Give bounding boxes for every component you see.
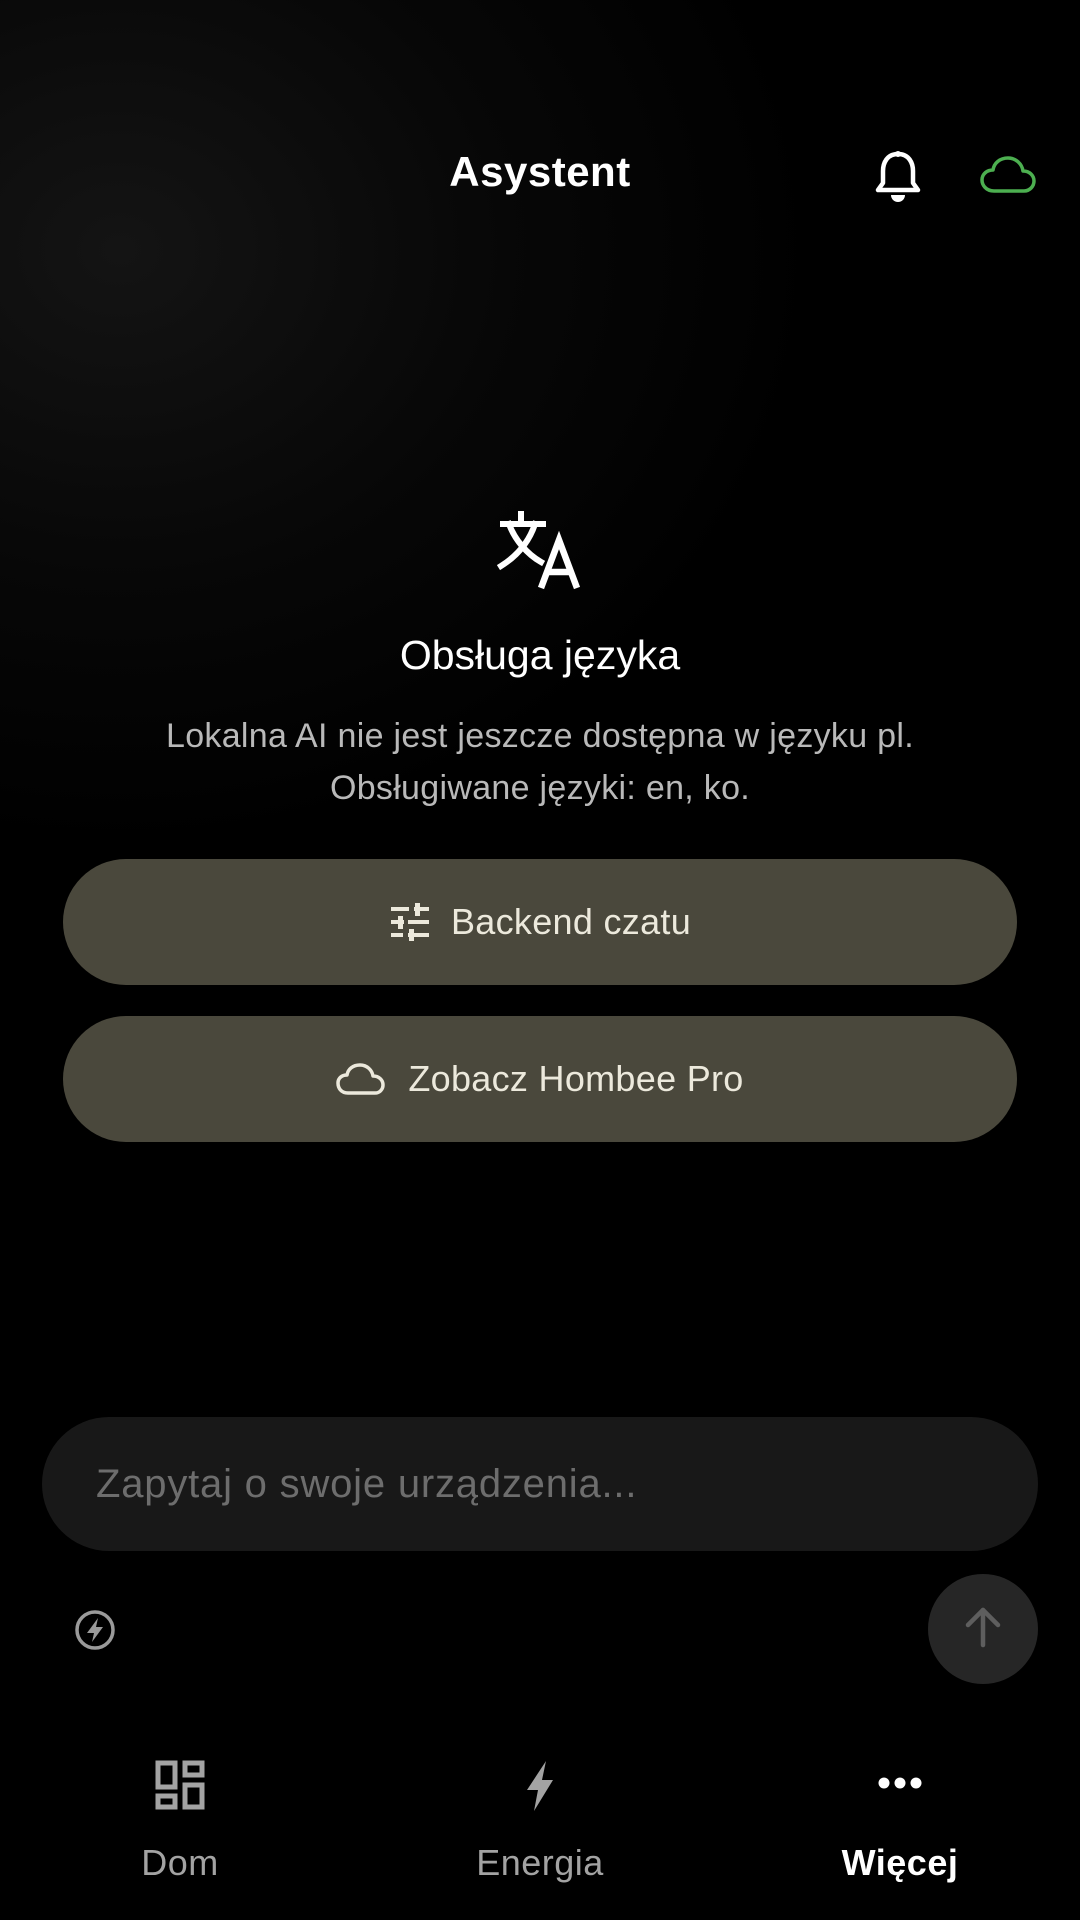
hombee-pro-label: Zobacz Hombee Pro: [408, 1058, 744, 1099]
nav-item-wiecej[interactable]: Więcej: [750, 1740, 1050, 1900]
send-button[interactable]: [928, 1574, 1038, 1684]
translate-icon: [496, 510, 583, 590]
bell-icon[interactable]: [873, 150, 923, 204]
arrow-up-icon: [963, 1605, 1003, 1654]
nav-item-energia[interactable]: Energia: [390, 1740, 690, 1900]
assistant-screen: Asystent Obsługa języka Lokalna AI nie j…: [0, 0, 1080, 1920]
bolt-icon: [524, 1760, 556, 1817]
more-icon: [877, 1776, 923, 1795]
notice-line-1: Lokalna AI nie jest jeszcze dostępna w j…: [165, 717, 914, 755]
chat-input[interactable]: [96, 1417, 976, 1551]
nav-label-dom: Dom: [141, 1842, 219, 1883]
dashboard-icon: [155, 1760, 205, 1815]
notice-title: Obsługa języka: [399, 632, 681, 678]
cloud-status-icon[interactable]: [980, 155, 1036, 195]
nav-item-dom[interactable]: Dom: [30, 1740, 330, 1900]
nav-label-wiecej: Więcej: [841, 1842, 959, 1883]
notice-line-2: Obsługiwane języki: en, ko.: [329, 769, 751, 807]
top-bar: Asystent: [0, 0, 1080, 260]
chat-input-container: [42, 1417, 1038, 1551]
chat-backend-label: Backend czatu: [450, 901, 692, 942]
nav-label-energia: Energia: [476, 1842, 604, 1883]
sliders-icon: [389, 903, 429, 941]
cloud-icon: [336, 1062, 386, 1096]
chat-backend-button[interactable]: Backend czatu: [63, 859, 1017, 985]
notice-message: Lokalna AI nie jest jeszcze dostępna w j…: [60, 710, 1020, 814]
hombee-pro-button[interactable]: Zobacz Hombee Pro: [63, 1016, 1017, 1142]
bottom-nav: Dom Energia Więcej: [0, 1740, 1080, 1920]
bolt-circle-icon[interactable]: [74, 1609, 116, 1651]
